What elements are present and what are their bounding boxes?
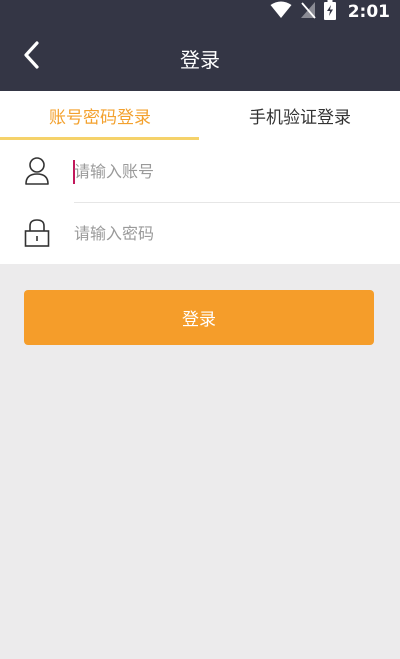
status-time: 2:01 bbox=[347, 2, 390, 22]
password-input[interactable] bbox=[74, 215, 374, 251]
page-title: 登录 bbox=[180, 48, 220, 72]
password-row bbox=[0, 202, 400, 264]
login-tabs: 账号密码登录 手机验证登录 bbox=[0, 91, 400, 140]
status-icons: 2:01 bbox=[270, 0, 390, 24]
battery-charging-icon bbox=[323, 0, 336, 24]
status-bar: 2:01 bbox=[0, 0, 400, 24]
lock-icon bbox=[24, 218, 50, 248]
login-form bbox=[0, 140, 400, 264]
account-row bbox=[0, 140, 400, 203]
account-input[interactable] bbox=[74, 153, 374, 189]
app-bar: 登录 bbox=[0, 24, 400, 91]
wifi-icon bbox=[270, 1, 292, 23]
tab-password-login[interactable]: 账号密码登录 bbox=[0, 91, 200, 140]
no-signal-icon bbox=[300, 1, 316, 23]
login-button[interactable]: 登录 bbox=[24, 290, 374, 345]
tab-label: 账号密码登录 bbox=[49, 108, 151, 128]
user-icon bbox=[24, 156, 50, 186]
tab-label: 手机验证登录 bbox=[249, 108, 351, 128]
tab-sms-login[interactable]: 手机验证登录 bbox=[200, 91, 400, 140]
